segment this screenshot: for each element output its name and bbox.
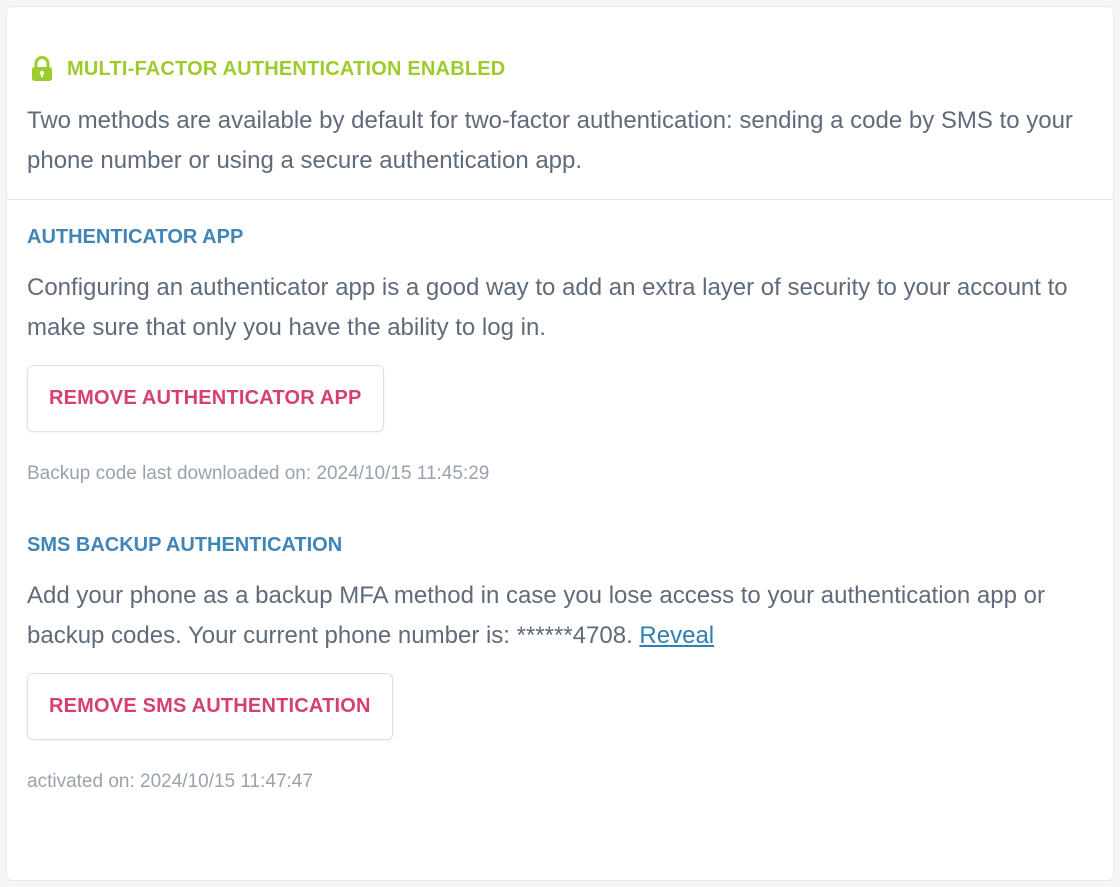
mfa-settings-card: MULTI-FACTOR AUTHENTICATION ENABLED Two …: [6, 6, 1114, 881]
mfa-status-label: MULTI-FACTOR AUTHENTICATION ENABLED: [67, 57, 506, 80]
sms-backup-title: SMS BACKUP AUTHENTICATION: [27, 534, 343, 556]
sms-backup-section: SMS BACKUP AUTHENTICATION Add your phone…: [7, 533, 1113, 794]
sms-activation-info: activated on: 2024/10/15 11:47:47: [27, 771, 313, 792]
mfa-intro-text: Two methods are available by default for…: [27, 107, 1073, 174]
mfa-status-row: MULTI-FACTOR AUTHENTICATION ENABLED: [27, 55, 1113, 83]
mfa-status-section: MULTI-FACTOR AUTHENTICATION ENABLED Two …: [7, 7, 1113, 181]
sms-backup-description-text: Add your phone as a backup MFA method in…: [27, 582, 1045, 649]
authenticator-app-section: AUTHENTICATOR APP Configuring an authent…: [7, 225, 1113, 486]
authenticator-app-title: AUTHENTICATOR APP: [27, 226, 244, 248]
section-divider: [7, 199, 1113, 200]
lock-icon: [32, 56, 52, 81]
remove-sms-authentication-button[interactable]: REMOVE SMS AUTHENTICATION: [27, 673, 393, 740]
remove-authenticator-app-button[interactable]: REMOVE AUTHENTICATOR APP: [27, 365, 384, 432]
reveal-phone-link[interactable]: Reveal: [639, 622, 714, 649]
authenticator-app-description: Configuring an authenticator app is a go…: [27, 274, 1068, 341]
sms-backup-description: Add your phone as a backup MFA method in…: [27, 576, 1093, 656]
backup-code-download-info: Backup code last downloaded on: 2024/10/…: [27, 463, 490, 484]
